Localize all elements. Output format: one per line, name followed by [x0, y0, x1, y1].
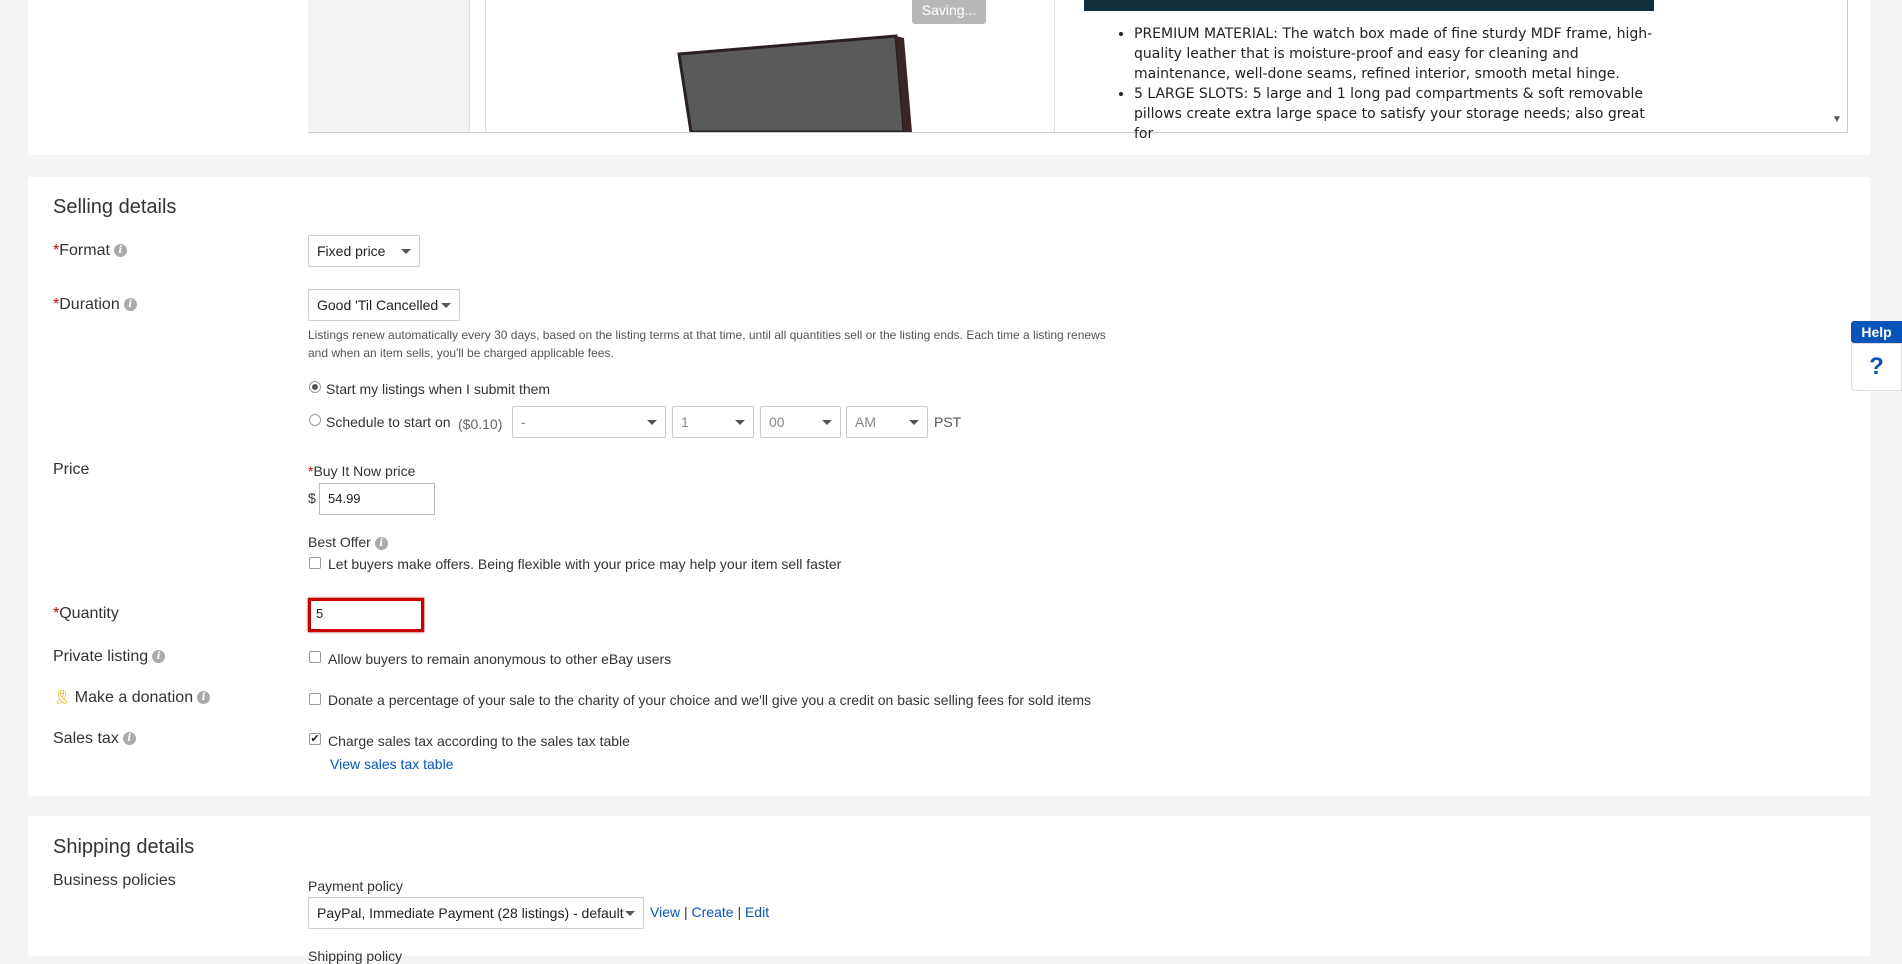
- editor-gutter: [308, 0, 470, 132]
- view-policy-link[interactable]: View: [650, 904, 680, 920]
- sales-tax-label: Sales tax i: [53, 730, 136, 748]
- price-label: Price: [53, 461, 90, 478]
- private-listing-checkbox[interactable]: [309, 651, 321, 663]
- duration-label: *Duration i: [53, 296, 137, 314]
- info-icon[interactable]: i: [123, 298, 137, 312]
- buy-it-now-label: *Buy It Now price: [308, 463, 416, 479]
- create-policy-link[interactable]: Create: [692, 904, 734, 920]
- payment-policy-label: Payment policy: [308, 878, 403, 894]
- currency-symbol: $: [308, 490, 316, 506]
- description-item: PREMIUM MATERIAL: The watch box made of …: [1134, 24, 1658, 84]
- help-tab[interactable]: Help ?: [1851, 321, 1902, 391]
- donation-label: 🎗 Make a donation i: [53, 689, 211, 707]
- start-now-radio[interactable]: [309, 381, 321, 393]
- ribbon-icon: 🎗: [53, 689, 71, 705]
- donation-checkbox[interactable]: [309, 693, 321, 705]
- schedule-radio[interactable]: [309, 414, 321, 426]
- view-sales-tax-table-link[interactable]: View sales tax table: [330, 756, 453, 772]
- quantity-label: *Quantity: [53, 605, 119, 622]
- best-offer-label: Best Offer i: [308, 534, 388, 550]
- selling-details-title: Selling details: [53, 196, 177, 218]
- schedule-minute-select[interactable]: 00: [760, 406, 841, 438]
- sales-tax-checkbox[interactable]: ✔: [309, 733, 321, 745]
- donation-text: Donate a percentage of your sale to the …: [328, 692, 1091, 708]
- duration-note: Listings renew automatically every 30 da…: [308, 328, 1106, 360]
- payment-policy-actions: View | Create | Edit: [650, 904, 770, 920]
- chevron-down-icon: [909, 420, 919, 425]
- chevron-down-icon: [625, 911, 635, 916]
- private-listing-text: Allow buyers to remain anonymous to othe…: [328, 651, 672, 667]
- duration-select[interactable]: Good 'Til Cancelled: [308, 289, 460, 321]
- edit-policy-link[interactable]: Edit: [745, 904, 769, 920]
- start-now-label: Start my listings when I submit them: [326, 381, 551, 397]
- chevron-down-icon: [735, 420, 745, 425]
- info-icon[interactable]: i: [152, 650, 166, 664]
- format-select[interactable]: Fixed price: [308, 235, 420, 267]
- info-icon[interactable]: i: [113, 244, 127, 258]
- timezone-label: PST: [934, 414, 962, 430]
- quantity-input[interactable]: 5: [308, 598, 424, 632]
- help-question-icon[interactable]: ?: [1851, 343, 1902, 391]
- info-icon[interactable]: i: [122, 732, 136, 746]
- schedule-fee: ($0.10): [458, 416, 503, 432]
- private-listing-label: Private listing i: [53, 648, 166, 666]
- chevron-down-icon: [441, 303, 451, 308]
- price-input[interactable]: 54.99: [319, 483, 435, 515]
- sales-tax-text: Charge sales tax according to the sales …: [328, 733, 630, 749]
- schedule-hour-select[interactable]: 1: [672, 406, 754, 438]
- description-item: 5 LARGE SLOTS: 5 large and 1 long pad co…: [1134, 84, 1658, 144]
- schedule-ampm-select[interactable]: AM: [846, 406, 928, 438]
- scroll-down-icon[interactable]: ▼: [1832, 114, 1842, 125]
- business-policies-label: Business policies: [53, 872, 176, 889]
- schedule-label: Schedule to start on: [326, 414, 451, 430]
- format-label: *Format i: [53, 242, 127, 260]
- info-icon[interactable]: i: [374, 536, 388, 550]
- chevron-down-icon: [401, 249, 411, 254]
- chevron-down-icon: [822, 420, 832, 425]
- payment-policy-select[interactable]: PayPal, Immediate Payment (28 listings) …: [308, 897, 644, 929]
- item-description-text[interactable]: PREMIUM MATERIAL: The watch box made of …: [1098, 24, 1658, 144]
- shipping-policy-label: Shipping policy: [308, 948, 403, 964]
- saving-indicator: Saving...: [912, 0, 986, 24]
- chevron-down-icon: [647, 420, 657, 425]
- best-offer-text: Let buyers make offers. Being flexible w…: [328, 556, 842, 572]
- info-icon[interactable]: i: [197, 691, 211, 705]
- shipping-details-panel: [28, 816, 1870, 956]
- description-header-bar: [1084, 0, 1654, 11]
- schedule-date-select[interactable]: -: [512, 406, 666, 438]
- help-label[interactable]: Help: [1851, 321, 1902, 343]
- best-offer-checkbox[interactable]: [309, 557, 321, 569]
- shipping-details-title: Shipping details: [53, 836, 195, 858]
